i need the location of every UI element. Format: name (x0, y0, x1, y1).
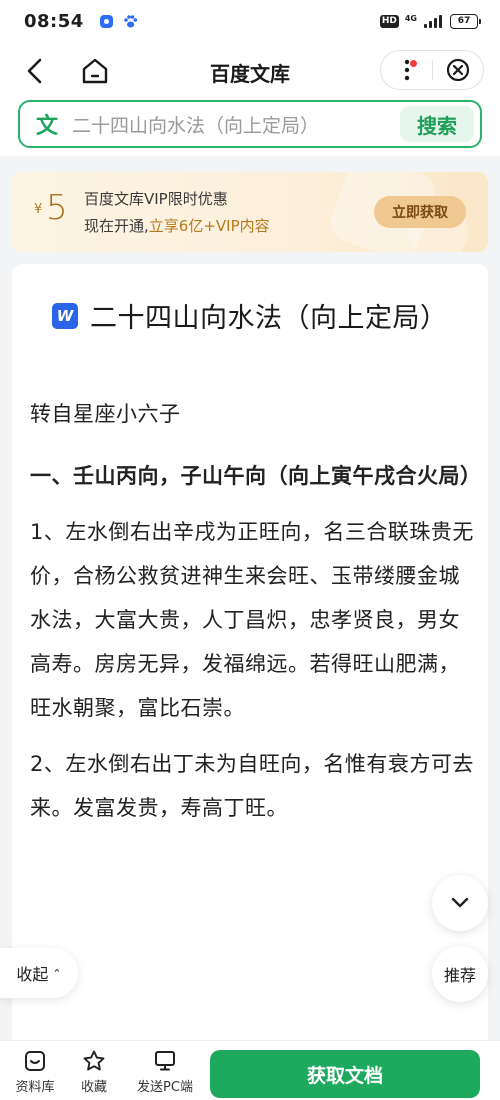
search-section: 文 搜索 (0, 100, 500, 156)
document-heading: 一、壬山丙向，子山午向（向上寅午戌合火局） (30, 464, 482, 488)
send-to-pc-label: 发送PC端 (137, 1080, 193, 1095)
chevron-up-icon: ⌃ (52, 966, 62, 980)
favorite-button[interactable]: 收藏 (72, 1049, 116, 1095)
promo-subtitle: 现在开通,立享6亿+VIP内容 (84, 215, 270, 236)
promo-subtitle-highlight: 立享6亿+VIP内容 (148, 217, 270, 235)
more-button[interactable] (381, 51, 432, 89)
search-box: 文 搜索 (18, 100, 482, 148)
promo-currency: ¥ (34, 202, 43, 217)
hd-badge: HD (379, 14, 399, 28)
nav-header: 百度文库 (0, 42, 500, 100)
document-body: 转自星座小六子 一、壬山丙向，子山午向（向上寅午戌合火局） 1、左水倒右出辛戌为… (30, 392, 482, 842)
document-title-row: W 二十四山向水法（向上定局） (52, 296, 448, 335)
favorite-label: 收藏 (80, 1080, 107, 1095)
baidu-app-icon (99, 14, 113, 28)
close-circle-icon (446, 58, 470, 82)
mini-program-capsule (380, 50, 484, 90)
status-app-icons (99, 14, 138, 29)
status-bar: 08:54 HD 4G 67 (0, 0, 500, 42)
wenku-logo-icon: 文 (36, 113, 59, 139)
chevron-down-icon (451, 897, 469, 908)
scroll-down-button[interactable] (432, 875, 488, 931)
document-source: 转自星座小六子 (30, 402, 181, 426)
search-input[interactable] (72, 104, 400, 144)
signal-icon (424, 14, 442, 28)
collapse-label: 收起 (16, 965, 49, 984)
paw-icon (123, 14, 138, 29)
notification-dot (410, 60, 417, 67)
document-card: W 二十四山向水法（向上定局） 转自星座小六子 一、壬山丙向，子山午向（向上寅午… (12, 264, 488, 1064)
promo-title: 百度文库VIP限时优惠 (84, 190, 228, 208)
document-title: 二十四山向水法（向上定局） (90, 303, 448, 334)
promo-subtitle-prefix: 现在开通, (84, 217, 149, 235)
collapse-button[interactable]: 收起 ⌃ (0, 948, 78, 998)
word-doc-icon: W (52, 302, 78, 329)
document-paragraph: 2、左水倒右出丁未为自旺向，名惟有衰方可去来。发富发贵，寿高丁旺。 (30, 752, 474, 820)
close-button[interactable] (433, 51, 483, 89)
claim-now-button[interactable]: 立即获取 (374, 196, 466, 228)
more-dots-icon (404, 59, 409, 81)
document-paragraph: 1、左水倒右出辛戌为正旺向，名三合联珠贵无价，合杨公救贫进神生来会旺、玉带缕腰金… (30, 520, 474, 720)
promo-amount: 5 (46, 188, 68, 228)
recommend-button[interactable]: 推荐 (432, 946, 488, 1002)
library-label: 资料库 (15, 1080, 55, 1095)
library-button[interactable]: 资料库 (10, 1049, 60, 1095)
bottom-bar: 资料库 收藏 发送PC端 获取文档 (0, 1040, 500, 1100)
home-icon[interactable] (80, 56, 110, 86)
network-type: 4G (404, 13, 417, 23)
send-to-pc-button[interactable]: 发送PC端 (132, 1049, 198, 1095)
monitor-icon (155, 1051, 175, 1071)
status-right: HD 4G 67 (379, 13, 481, 29)
get-document-button[interactable]: 获取文档 (210, 1050, 480, 1098)
battery-level: 67 (457, 16, 471, 26)
star-icon (83, 1050, 105, 1071)
status-time: 08:54 (24, 10, 84, 32)
back-arrow-icon[interactable] (22, 56, 48, 86)
search-button[interactable]: 搜索 (400, 106, 474, 142)
battery-icon: 67 (450, 13, 481, 29)
library-icon (25, 1051, 45, 1071)
vip-promo-banner[interactable]: ¥ 5 百度文库VIP限时优惠 现在开通,立享6亿+VIP内容 立即获取 (12, 172, 488, 252)
